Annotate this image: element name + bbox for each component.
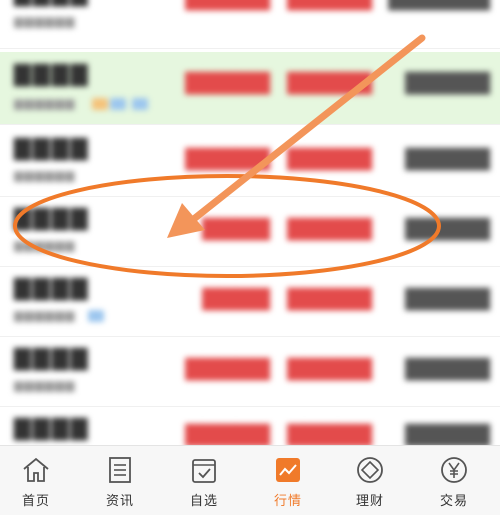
stock-code: ▆▆▆▆▆▆ (14, 238, 76, 252)
trade-yen-icon (441, 457, 467, 483)
stock-row[interactable]: ▇▇▇▇ ▆▆▆▆▆▆ ▇▇▇▇▇ ▇▇▇▇▇ ▇▇▇▇▇ (0, 126, 500, 197)
stock-row[interactable]: ▇▇▇▇ ▆▆▆▆▆▆ ▇▇▇▇▇ ▇▇▇▇▇ ▇▇▇▇▇▇ (0, 0, 500, 49)
stock-change: ▇▇▇▇▇ (276, 0, 372, 11)
stock-name: ▇▇▇▇ (14, 346, 90, 371)
stock-code: ▆▆▆▆▆▆ (14, 378, 76, 392)
stock-change: ▇▇▇▇▇ (287, 70, 372, 95)
stock-tag (110, 98, 126, 110)
stock-list: ▇▇▇▇ ▆▆▆▆▆▆ ▇▇▇▇▇ ▇▇▇▇▇ ▇▇▇▇▇▇ ▇▇▇▇ ▆▆▆▆… (0, 0, 500, 477)
tab-label: 理财 (355, 494, 384, 509)
tab-home[interactable]: 首页 (6, 454, 66, 512)
stock-row[interactable]: ▇▇▇▇ ▆▆▆▆▆▆ ▇▇▇▇▇ ▇▇▇▇▇ ▇▇▇▇▇ (0, 336, 500, 407)
stock-name: ▇▇▇▇ (14, 276, 90, 301)
stock-name: ▇▇▇▇ (14, 0, 90, 7)
stock-code: ▆▆▆▆▆▆ (14, 308, 76, 322)
stock-name: ▇▇▇▇ (14, 62, 90, 87)
stock-change: ▇▇▇▇▇ (287, 422, 372, 447)
market-chart-icon (276, 458, 300, 482)
stock-volume: ▇▇▇▇▇▇ (380, 0, 490, 11)
stock-price: ▇▇▇▇▇ (182, 0, 270, 11)
stock-price: ▇▇▇▇▇ (185, 422, 270, 447)
tab-news[interactable]: 资讯 (90, 454, 150, 512)
stock-price: ▇▇▇▇▇ (185, 146, 270, 171)
stock-row[interactable]: ▇▇▇▇ ▆▆▆▆▆▆ ▇▇▇▇ ▇▇▇▇▇ ▇▇▇▇▇ (0, 196, 500, 267)
tab-watchlist[interactable]: 自选 (174, 454, 234, 512)
stock-change: ▇▇▇▇▇ (287, 356, 372, 381)
stock-tag (132, 98, 148, 110)
stock-row-highlighted[interactable]: ▇▇▇▇ ▆▆▆▆▆▆ ▇▇▇▇▇ ▇▇▇▇▇ ▇▇▇▇▇ (0, 52, 500, 125)
stock-volume: ▇▇▇▇▇ (405, 286, 490, 311)
home-icon (23, 457, 49, 482)
stock-name: ▇▇▇▇ (14, 206, 90, 231)
stock-price: ▇▇▇▇ (202, 216, 270, 241)
stock-code: ▆▆▆▆▆▆ (14, 96, 76, 110)
stock-row[interactable]: ▇▇▇▇ ▆▆▆▆▆▆ ▇▇▇▇ ▇▇▇▇▇ ▇▇▇▇▇ (0, 266, 500, 337)
tab-market[interactable]: 行情 (258, 454, 318, 512)
stock-tag (92, 98, 108, 110)
stock-volume: ▇▇▇▇▇ (405, 216, 490, 241)
tab-wealth[interactable]: 理财 (340, 454, 400, 512)
tab-label: 资讯 (105, 494, 134, 509)
stock-code: ▆▆▆▆▆▆ (14, 168, 76, 182)
news-icon (109, 457, 131, 483)
stock-name: ▇▇▇▇ (14, 416, 90, 441)
stock-change: ▇▇▇▇▇ (287, 216, 372, 241)
stock-tag (88, 310, 104, 322)
stock-price: ▇▇▇▇ (202, 286, 270, 311)
tab-trade[interactable]: 交易 (424, 454, 484, 512)
watchlist-icon (192, 459, 216, 483)
stock-volume: ▇▇▇▇▇ (405, 146, 490, 171)
tab-label: 交易 (439, 494, 468, 509)
tab-label: 首页 (21, 494, 50, 509)
tab-label: 行情 (273, 494, 302, 509)
stock-code: ▆▆▆▆▆▆ (14, 14, 76, 28)
wealth-icon (357, 457, 383, 483)
stock-change: ▇▇▇▇▇ (287, 146, 372, 171)
stock-price: ▇▇▇▇▇ (185, 356, 270, 381)
stock-change: ▇▇▇▇▇ (287, 286, 372, 311)
stock-volume: ▇▇▇▇▇ (405, 422, 490, 447)
stock-volume: ▇▇▇▇▇ (405, 70, 490, 95)
stock-name: ▇▇▇▇ (14, 136, 90, 161)
stock-price: ▇▇▇▇▇ (185, 70, 270, 95)
stock-volume: ▇▇▇▇▇ (405, 356, 490, 381)
bottom-tab-bar: 首页 资讯 自选 行情 理财 交易 (0, 445, 500, 515)
tab-label: 自选 (189, 494, 218, 509)
